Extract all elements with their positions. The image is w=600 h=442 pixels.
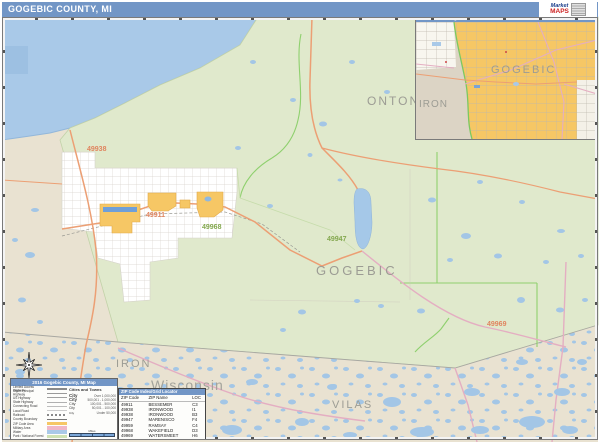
legend-panel: 2016 Gogebic County, MI Map Limited Acce… <box>10 378 118 440</box>
legend-swatch <box>47 388 67 390</box>
title-bar: GOGEBIC COUNTY, MI <box>2 2 598 17</box>
cell-name: WATERSMEET <box>147 433 191 438</box>
legend-swatch <box>47 430 67 434</box>
zip-code-label: 49969 <box>487 321 506 328</box>
lake-gogebic <box>354 189 372 249</box>
legend-swatch <box>47 402 67 403</box>
sunday-lake <box>205 197 212 202</box>
map-frame-ticks-top <box>2 17 598 20</box>
city-size-label: City <box>69 406 75 410</box>
scale-bar-graphic <box>69 433 115 438</box>
legend-swatch <box>47 406 67 407</box>
legend-swatch <box>47 422 67 426</box>
zip-code-label: 49968 <box>202 224 221 231</box>
logo-fine-print <box>571 3 586 16</box>
city-size-range: 100,001 - 500,000 <box>90 402 116 406</box>
label-gogebic-county: GOGEBIC <box>316 263 398 278</box>
map-frame-ticks-left <box>2 17 5 440</box>
legend-item-label: Military Area <box>13 426 30 430</box>
zip-code-label: 49938 <box>87 146 106 153</box>
legend-item-label: Connecting Road <box>13 405 37 409</box>
inset-label-gogebic: GOGEBIC <box>491 64 556 76</box>
legend-item-label: Local Road <box>13 409 29 413</box>
zip-code-label: 49911 <box>146 212 165 219</box>
page-title: GOGEBIC COUNTY, MI <box>8 4 112 14</box>
zip-code-index-table: ZIP Code Index/Grid Locator ZIP Code ZIP… <box>118 388 206 440</box>
legend-item-label: Park / National Forest <box>13 435 43 439</box>
cities-header: Cities and Towns <box>69 387 116 392</box>
ironwood-water-strip <box>103 207 137 212</box>
zip-code-label: 49947 <box>327 236 346 243</box>
city-size-range: 50,001 - 100,000 <box>92 406 116 410</box>
city-size-row: City Under 50,000 <box>69 411 116 416</box>
city-size-range: Under 50,000 <box>97 411 116 415</box>
city-size-label: City <box>69 411 74 415</box>
legend-item-label: County Boundary <box>13 417 37 421</box>
table-row: 49947MARENISCOF4 <box>119 417 205 422</box>
label-vilas-county: VILAS <box>332 399 373 411</box>
label-iron-county: IRON <box>116 358 152 370</box>
table-header-row: ZIP Code ZIP Name LOC <box>119 395 205 401</box>
legend-swatch <box>47 393 67 395</box>
legend-item-label: Railroad <box>13 413 25 417</box>
legend-item-label: US Highway <box>13 396 30 400</box>
legend-swatch <box>47 435 67 439</box>
city-size-label: City <box>69 402 76 406</box>
brand-logo: Market MAPS <box>539 2 597 17</box>
scale-bar: Miles <box>69 429 115 438</box>
table-row: 49969WATERSMEETH6 <box>119 433 205 438</box>
legend-item-label: ZIP Code Area <box>13 422 34 426</box>
lake-superior-deep <box>4 46 28 74</box>
legend-cities-column: Cities and Towns City Over 1,000,000 City… <box>69 387 116 415</box>
legend-swatch <box>47 414 67 416</box>
map-page: GOGEBIC COUNTY, MI Market MAPS GOGEBIC O… <box>0 0 600 442</box>
bessemer-city <box>148 193 176 211</box>
city-size-range: Over 1,000,000 <box>94 394 116 398</box>
cell-loc: H6 <box>190 433 205 438</box>
cell-zip: 49969 <box>119 433 147 438</box>
legend-swatch <box>47 419 67 420</box>
map-frame-ticks-right <box>595 17 598 440</box>
legend-symbol-list: Limited Access Highway Other Principal H… <box>13 387 67 439</box>
legend-swatch <box>47 397 67 398</box>
logo-maps-text: MAPS <box>550 9 569 16</box>
legend-item: Park / National Forest <box>13 434 67 438</box>
ramsay-city <box>180 200 190 208</box>
legend-swatch <box>47 426 67 430</box>
wakefield-city <box>197 192 223 217</box>
inset-canvas <box>416 22 597 139</box>
legend-swatch <box>47 410 67 411</box>
compass-rose-icon <box>16 352 42 378</box>
inset-map: Ironwood Area Enlargement <box>415 15 598 140</box>
inset-label-iron: IRON <box>419 99 448 110</box>
